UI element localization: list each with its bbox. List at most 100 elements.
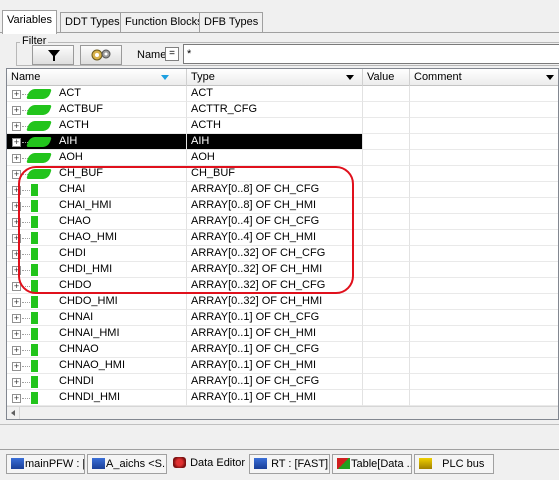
type-cell[interactable]: ARRAY[0..32] OF CH_HMI (187, 262, 363, 278)
table-row[interactable]: + CHNDI ARRAY[0..1] OF CH_CFG (7, 374, 558, 390)
name-cell[interactable]: + CHNDI_HMI (7, 390, 187, 406)
horizontal-scrollbar[interactable] (7, 406, 558, 419)
expand-icon[interactable]: + (12, 106, 21, 115)
type-dropdown-icon[interactable] (346, 75, 354, 80)
name-cell[interactable]: + CHNAO_HMI (7, 358, 187, 374)
table-row[interactable]: + CHNAO ARRAY[0..1] OF CH_CFG (7, 342, 558, 358)
expand-icon[interactable]: + (12, 90, 21, 99)
type-cell[interactable]: ARRAY[0..1] OF CH_CFG (187, 374, 363, 390)
name-cell[interactable]: + CHDI (7, 246, 187, 262)
name-cell[interactable]: + CHNAI_HMI (7, 326, 187, 342)
table-row[interactable]: + CHNAO_HMI ARRAY[0..1] OF CH_HMI (7, 358, 558, 374)
equals-toggle-button[interactable]: = (165, 47, 179, 61)
comment-cell[interactable] (410, 374, 558, 390)
expand-icon[interactable]: + (12, 250, 21, 259)
name-cell[interactable]: + CHDI_HMI (7, 262, 187, 278)
type-cell[interactable]: ACT (187, 86, 363, 102)
type-cell[interactable]: ARRAY[0..1] OF CH_HMI (187, 390, 363, 406)
task-plc-bus[interactable]: PLC bus (414, 454, 494, 474)
type-cell[interactable]: ARRAY[0..1] OF CH_CFG (187, 342, 363, 358)
table-row[interactable]: + ACTBUF ACTTR_CFG (7, 102, 558, 118)
name-cell[interactable]: + CHNAO (7, 342, 187, 358)
type-cell[interactable]: ARRAY[0..1] OF CH_HMI (187, 326, 363, 342)
task-table-data[interactable]: Table[Data ... (332, 454, 412, 474)
value-cell[interactable] (363, 374, 410, 390)
comment-cell[interactable] (410, 198, 558, 214)
comment-cell[interactable] (410, 246, 558, 262)
table-row[interactable]: + CHAI_HMI ARRAY[0..8] OF CH_HMI (7, 198, 558, 214)
comment-dropdown-icon[interactable] (546, 75, 554, 80)
value-cell[interactable] (363, 118, 410, 134)
table-row[interactable]: + AIH AIH (7, 134, 558, 150)
tab-variables[interactable]: Variables (2, 10, 58, 34)
value-cell[interactable] (363, 342, 410, 358)
comment-cell[interactable] (410, 102, 558, 118)
expand-icon[interactable]: + (12, 266, 21, 275)
table-row[interactable]: + CHAI ARRAY[0..8] OF CH_CFG (7, 182, 558, 198)
name-cell[interactable]: + CHAO_HMI (7, 230, 187, 246)
comment-cell[interactable] (410, 278, 558, 294)
comment-cell[interactable] (410, 182, 558, 198)
comment-cell[interactable] (410, 166, 558, 182)
type-cell[interactable]: ARRAY[0..8] OF CH_HMI (187, 198, 363, 214)
expand-icon[interactable]: + (12, 298, 21, 307)
name-cell[interactable]: + CHDO (7, 278, 187, 294)
type-cell[interactable]: AIH (187, 134, 363, 150)
filter-settings-button[interactable] (80, 45, 122, 65)
name-cell[interactable]: + CHDO_HMI (7, 294, 187, 310)
table-row[interactable]: + CH_BUF CH_BUF (7, 166, 558, 182)
expand-icon[interactable]: + (12, 394, 21, 403)
comment-cell[interactable] (410, 310, 558, 326)
task-a-aichs[interactable]: A_aichs <S... (87, 454, 167, 474)
table-row[interactable]: + CHAO ARRAY[0..4] OF CH_CFG (7, 214, 558, 230)
column-header-value[interactable]: Value (363, 69, 410, 86)
comment-cell[interactable] (410, 342, 558, 358)
value-cell[interactable] (363, 150, 410, 166)
value-cell[interactable] (363, 262, 410, 278)
tab-dfb-types[interactable]: DFB Types (199, 12, 264, 32)
apply-filter-button[interactable] (32, 45, 74, 65)
expand-icon[interactable]: + (12, 202, 21, 211)
type-cell[interactable]: ACTTR_CFG (187, 102, 363, 118)
comment-cell[interactable] (410, 262, 558, 278)
expand-icon[interactable]: + (12, 234, 21, 243)
value-cell[interactable] (363, 214, 410, 230)
value-cell[interactable] (363, 326, 410, 342)
tab-function-blocks[interactable]: Function Blocks (120, 12, 208, 32)
value-cell[interactable] (363, 278, 410, 294)
type-cell[interactable]: ARRAY[0..32] OF CH_CFG (187, 246, 363, 262)
comment-cell[interactable] (410, 390, 558, 406)
name-cell[interactable]: + CHAI_HMI (7, 198, 187, 214)
table-row[interactable]: + ACT ACT (7, 86, 558, 102)
name-cell[interactable]: + CHAI (7, 182, 187, 198)
value-cell[interactable] (363, 390, 410, 406)
task-data-editor[interactable]: Data Editor (169, 454, 247, 474)
type-cell[interactable]: ARRAY[0..1] OF CH_HMI (187, 358, 363, 374)
expand-icon[interactable]: + (12, 282, 21, 291)
expand-icon[interactable]: + (12, 314, 21, 323)
expand-icon[interactable]: + (12, 122, 21, 131)
comment-cell[interactable] (410, 358, 558, 374)
column-header-name[interactable]: Name (7, 69, 187, 86)
column-header-comment[interactable]: Comment (410, 69, 558, 86)
expand-icon[interactable]: + (12, 218, 21, 227)
expand-icon[interactable]: + (12, 138, 21, 147)
name-cell[interactable]: + AOH (7, 150, 187, 166)
name-cell[interactable]: + CH_BUF (7, 166, 187, 182)
type-cell[interactable]: ARRAY[0..4] OF CH_HMI (187, 230, 363, 246)
expand-icon[interactable]: + (12, 186, 21, 195)
value-cell[interactable] (363, 310, 410, 326)
comment-cell[interactable] (410, 230, 558, 246)
value-cell[interactable] (363, 358, 410, 374)
comment-cell[interactable] (410, 86, 558, 102)
comment-cell[interactable] (410, 326, 558, 342)
table-row[interactable]: + CHNAI_HMI ARRAY[0..1] OF CH_HMI (7, 326, 558, 342)
name-filter-input[interactable] (183, 44, 559, 64)
type-cell[interactable]: AOH (187, 150, 363, 166)
table-row[interactable]: + CHDO ARRAY[0..32] OF CH_CFG (7, 278, 558, 294)
table-row[interactable]: + CHAO_HMI ARRAY[0..4] OF CH_HMI (7, 230, 558, 246)
comment-cell[interactable] (410, 214, 558, 230)
type-cell[interactable]: ARRAY[0..8] OF CH_CFG (187, 182, 363, 198)
name-cell[interactable]: + CHNDI (7, 374, 187, 390)
task-rt-fast[interactable]: RT : [FAST] (249, 454, 330, 474)
